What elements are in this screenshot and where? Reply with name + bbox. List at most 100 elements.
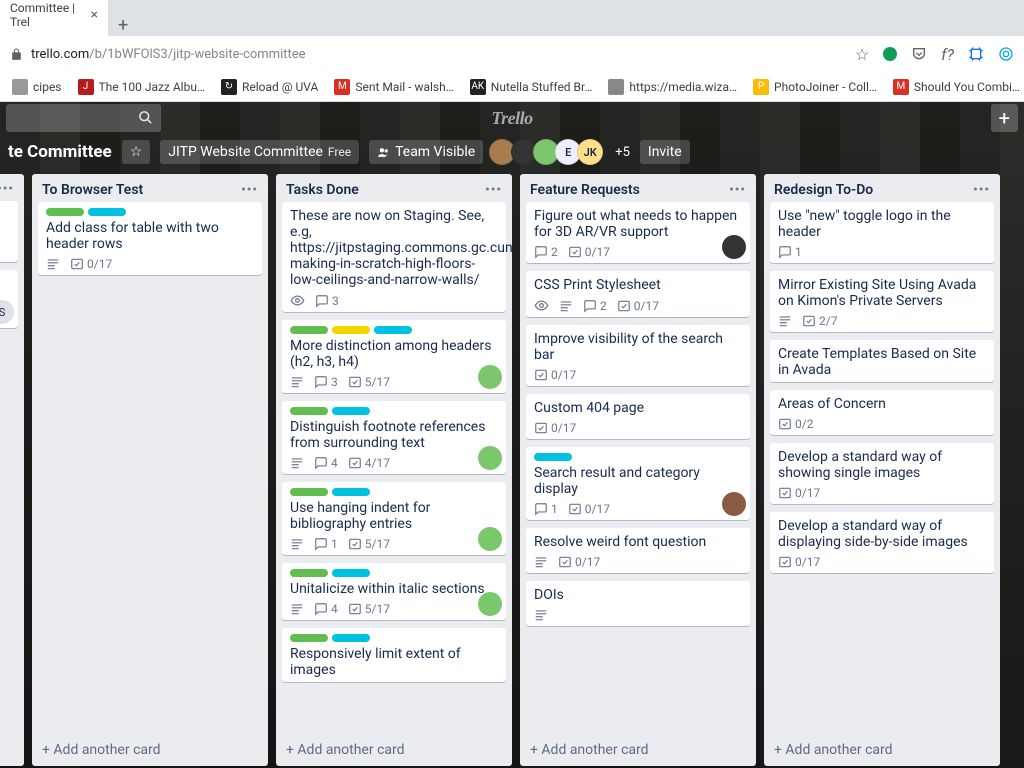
card-member-avatar[interactable] — [478, 365, 502, 389]
checklist-badge: 5/17 — [348, 375, 390, 389]
card[interactable]: Resolve weird font question 0/17 — [526, 528, 750, 573]
bookmark-item[interactable]: PPhotoJoiner - Coll… — [747, 76, 883, 98]
card-member-avatar[interactable]: S — [0, 300, 14, 324]
bookmark-item[interactable]: MShould You Combi… — [887, 76, 1024, 98]
list-header[interactable]: Redesign To-Do ••• — [764, 174, 1000, 202]
card[interactable]: Develop a standard way of displaying sid… — [770, 512, 994, 573]
card[interactable]: These are now on Staging. See, e.g, http… — [282, 202, 506, 312]
card-label[interactable] — [290, 569, 328, 577]
card-label[interactable] — [290, 488, 328, 496]
card[interactable]: Add class for table with two header rows… — [38, 202, 262, 275]
card-label[interactable] — [332, 569, 370, 577]
browser-tab[interactable]: Committee | Trel × — [0, 0, 108, 36]
description-icon — [290, 375, 304, 389]
card-member-avatar[interactable] — [478, 592, 502, 616]
card-label[interactable] — [290, 634, 328, 642]
card[interactable]: Areas of Concern 0/2 — [770, 390, 994, 435]
list-header[interactable]: ••• — [0, 174, 24, 201]
card-label[interactable] — [332, 488, 370, 496]
member-avatar[interactable]: JK — [577, 139, 603, 165]
bookmark-item[interactable]: AKNutella Stuffed Br… — [464, 76, 599, 98]
description-icon — [778, 314, 792, 328]
invite-button[interactable]: Invite — [640, 140, 690, 164]
card-member-avatar[interactable] — [722, 235, 746, 259]
extension-dot-icon[interactable] — [883, 47, 897, 61]
list-header[interactable]: Feature Requests ••• — [520, 174, 756, 202]
card[interactable]: More distinction among headers (h2, h3, … — [282, 320, 506, 393]
list-menu-icon[interactable]: ••• — [729, 183, 746, 198]
board-title[interactable]: te Committee — [8, 142, 112, 162]
pocket-icon[interactable] — [911, 46, 927, 62]
add-card-button[interactable]: + Add another card — [276, 734, 512, 766]
watch-icon — [534, 298, 549, 313]
card[interactable]: Create Templates Based on Site in Avada — [770, 340, 994, 382]
lock-icon[interactable] — [10, 48, 23, 61]
visibility-button[interactable]: Team Visible — [369, 140, 483, 164]
card[interactable]: Responsively limit extent of images — [282, 628, 506, 682]
list-menu-icon[interactable]: ••• — [973, 183, 990, 198]
bookmark-item[interactable]: https://media.wiza… — [602, 76, 743, 98]
target-icon[interactable] — [998, 46, 1014, 62]
list-menu-icon[interactable]: ••• — [485, 183, 502, 198]
add-card-button[interactable]: + Add another card — [32, 734, 268, 766]
crop-icon[interactable] — [968, 46, 984, 62]
list-header[interactable]: To Browser Test ••• — [32, 174, 268, 202]
card-label[interactable] — [534, 453, 572, 461]
star-icon[interactable]: ☆ — [855, 45, 869, 64]
search-input[interactable] — [6, 104, 161, 132]
bookmark-item[interactable]: JThe 100 Jazz Albu… — [72, 76, 211, 98]
trello-logo[interactable]: Trello — [491, 108, 532, 129]
card[interactable]: Use hanging indent for bibliography entr… — [282, 482, 506, 555]
card[interactable]: Custom 404 page 0/17 — [526, 394, 750, 439]
star-board-button[interactable]: ☆ — [122, 140, 151, 164]
card[interactable]: Figure out what needs to happen for 3D A… — [526, 202, 750, 263]
add-card-button[interactable]: + Add another card — [520, 734, 756, 766]
card[interactable]: DOIs — [526, 581, 750, 626]
card-label[interactable] — [290, 326, 328, 334]
create-button[interactable]: + — [991, 104, 1018, 132]
card[interactable]: Unitalicize within italic sections 45/17 — [282, 563, 506, 620]
bookmark-item[interactable]: cipes — [6, 76, 68, 98]
card[interactable]: Distinguish footnote references from sur… — [282, 401, 506, 474]
list: Feature Requests ••• Figure out what nee… — [520, 174, 756, 766]
extra-members-count[interactable]: +5 — [615, 145, 630, 160]
card[interactable]: Mirror Existing Site Using Avada on Kimo… — [770, 271, 994, 332]
card-title: CSS Print Stylesheet — [534, 277, 742, 293]
card[interactable]: Search result and category display 10/17 — [526, 447, 750, 520]
card[interactable]: Use "new" toggle logo in the header 1 — [770, 202, 994, 263]
add-card-button[interactable]: + Add another card — [764, 734, 1000, 766]
card-label[interactable] — [332, 634, 370, 642]
card-label[interactable] — [332, 407, 370, 415]
add-card-button[interactable]: card — [0, 734, 24, 766]
list: ••• ngestion of JITP e Commons licenses … — [0, 174, 24, 766]
bookmark-item[interactable]: ↻Reload @ UVA — [215, 76, 324, 98]
bookmark-item[interactable]: MSent Mail - walsh… — [328, 76, 459, 98]
card-member-avatar[interactable] — [722, 492, 746, 516]
list-header[interactable]: Tasks Done ••• — [276, 174, 512, 202]
member-avatars[interactable]: EJK — [493, 139, 603, 165]
workspace-chip[interactable]: JITP Website Committee Free — [160, 140, 359, 164]
close-icon[interactable]: × — [91, 7, 98, 23]
card-label[interactable] — [88, 208, 126, 216]
comments-badge: 4 — [314, 602, 338, 616]
card-badges: 3 — [290, 293, 498, 308]
card-label[interactable] — [374, 326, 412, 334]
card-member-avatar[interactable] — [478, 527, 502, 551]
card[interactable]: CSS Print Stylesheet 20/17 — [526, 271, 750, 317]
list-menu-icon[interactable]: ••• — [0, 182, 14, 197]
card[interactable]: Develop a standard way of showing single… — [770, 443, 994, 504]
f-question-icon[interactable]: f? — [941, 45, 954, 64]
card-member-avatar[interactable] — [478, 446, 502, 470]
card-label[interactable] — [290, 407, 328, 415]
card-label[interactable] — [332, 326, 370, 334]
checklist-badge: 0/17 — [70, 257, 112, 271]
card[interactable]: Improve visibility of the search bar 0/1… — [526, 325, 750, 386]
bookmark-label: Should You Combi… — [914, 80, 1020, 94]
url-field[interactable]: trello.com/b/1bWFOlS3/jitp-website-commi… — [31, 47, 847, 62]
list-menu-icon[interactable]: ••• — [241, 183, 258, 198]
card[interactable]: ngestion of JITP — [0, 201, 18, 262]
bookmark-label: PhotoJoiner - Coll… — [774, 80, 877, 94]
card[interactable]: e Commons licenses e and pdfs S — [0, 270, 18, 328]
new-tab-button[interactable]: + — [108, 15, 138, 36]
card-label[interactable] — [46, 208, 84, 216]
